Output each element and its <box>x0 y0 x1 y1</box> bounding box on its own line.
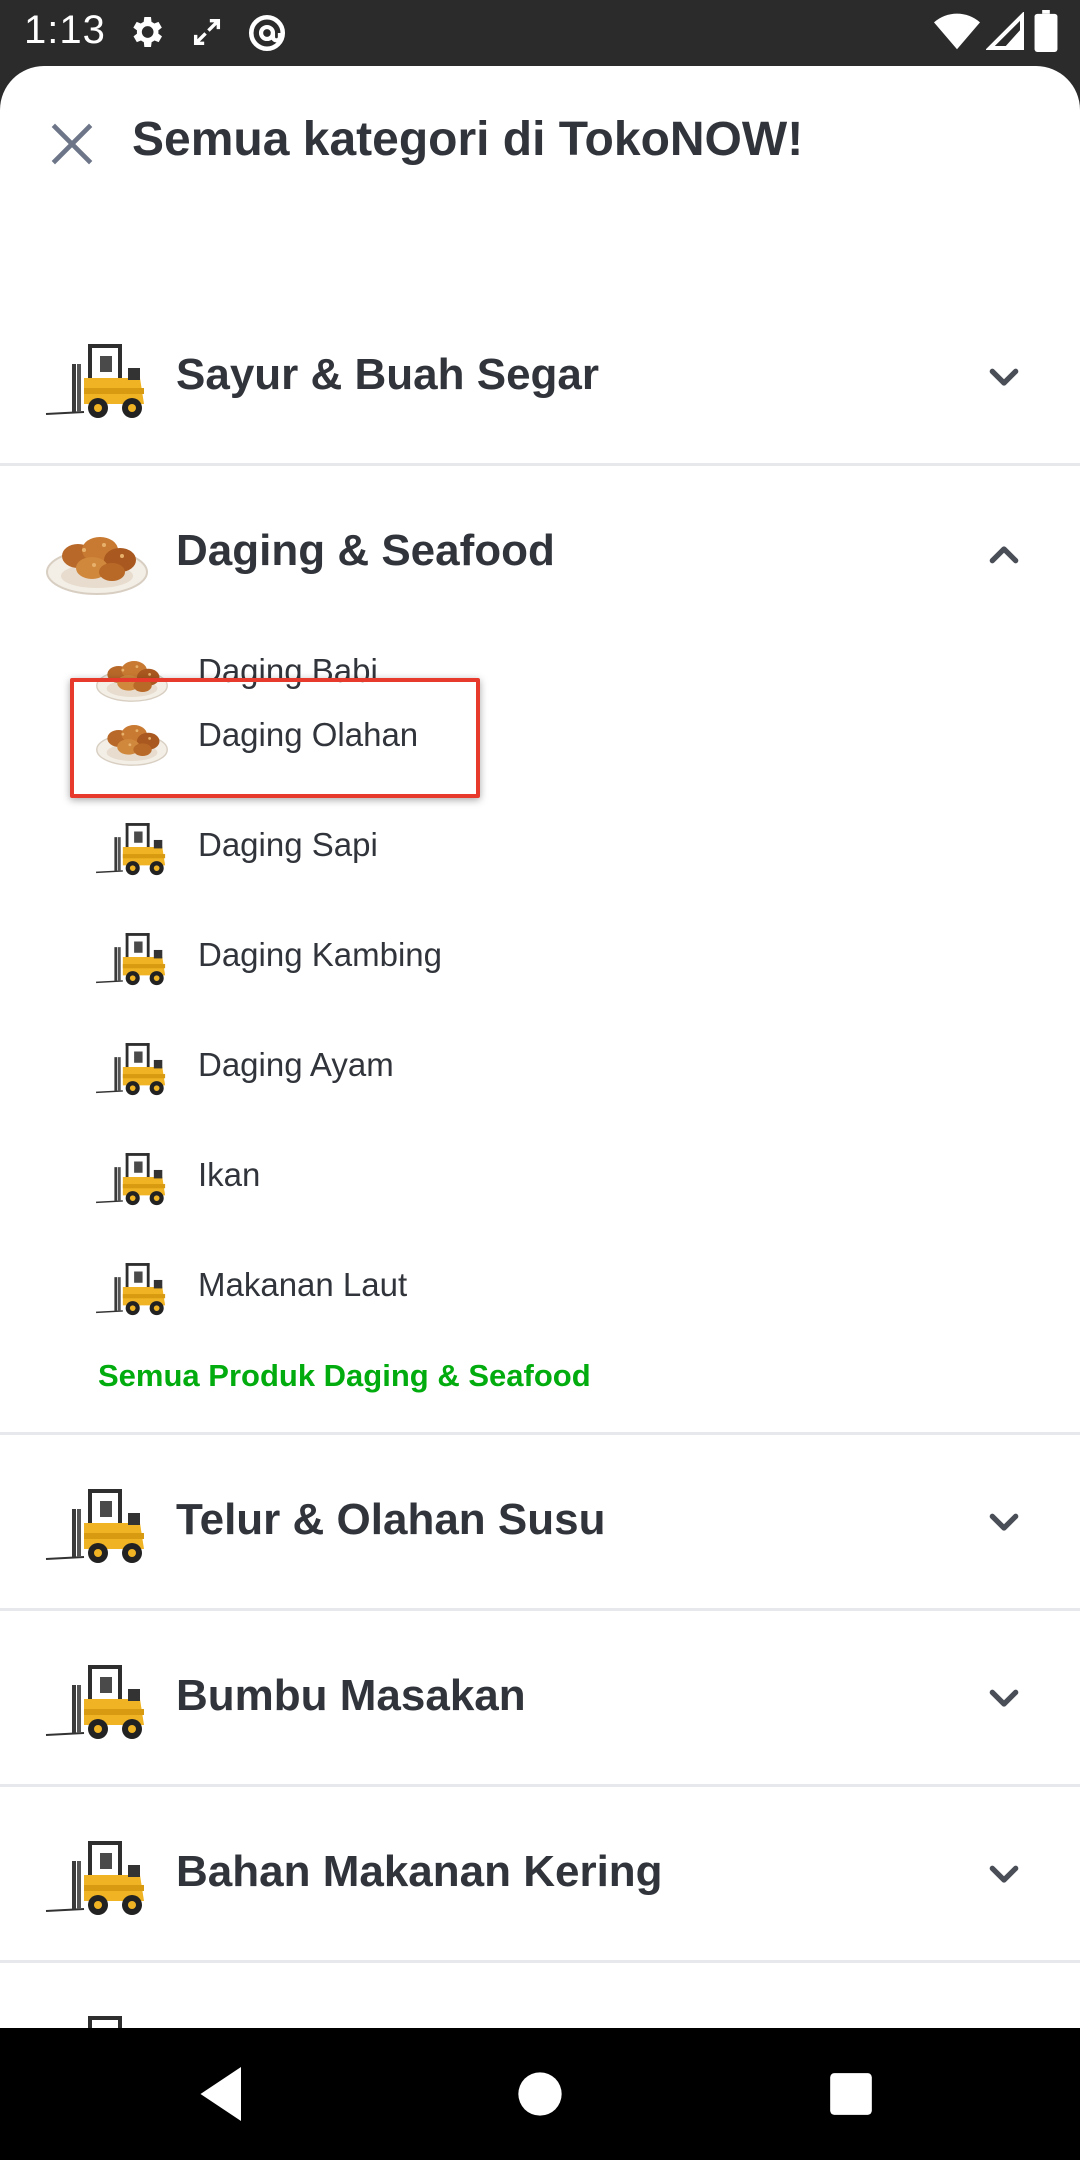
signal-icon <box>985 11 1026 57</box>
subcategory-label: Daging Kambing <box>198 936 442 973</box>
chevron-up-icon <box>989 546 1019 564</box>
sheet-title: Semua kategori di TokoNOW! <box>132 113 804 166</box>
gear-icon <box>126 12 166 57</box>
see-all-link[interactable]: Semua Produk Daging & Seafood <box>98 1358 591 1394</box>
category-thumbnail-partial <box>45 2015 145 2028</box>
chevron-down-icon <box>989 1689 1019 1707</box>
subcategory-label: Ikan <box>198 1156 261 1193</box>
subcategory-thumbnail <box>90 1146 174 1208</box>
status-bar: 1:13 <box>0 0 1080 66</box>
subcategory-label: Daging Sapi <box>198 826 378 863</box>
category-label: Telur & Olahan Susu <box>176 1495 606 1544</box>
subcategory-makanan-laut[interactable]: Makanan Laut <box>90 1242 690 1334</box>
category-thumbnail <box>44 510 150 598</box>
navigation-bar <box>0 2028 1080 2160</box>
highlight-box <box>70 678 480 798</box>
category-header-telur-susu[interactable]: Telur & Olahan Susu <box>0 1435 1080 1611</box>
category-thumbnail <box>44 1831 150 1919</box>
subcategory-daging-sapi[interactable]: Daging Sapi <box>90 802 690 894</box>
subcategory-label: Makanan Laut <box>198 1266 408 1303</box>
recents-icon[interactable] <box>826 2062 876 2131</box>
category-header-daging-seafood[interactable]: Daging & Seafood <box>0 466 1080 642</box>
subcategory-thumbnail <box>90 1256 174 1318</box>
close-icon <box>51 123 93 165</box>
category-header-bumbu-masakan[interactable]: Bumbu Masakan <box>0 1611 1080 1787</box>
at-sign-icon <box>246 12 288 59</box>
chevron-down-icon <box>989 368 1019 386</box>
subcategory-thumbnail <box>90 926 174 988</box>
category-sheet: Semua kategori di TokoNOW! Sayur & Buah … <box>0 66 1080 2028</box>
category-thumbnail <box>44 334 150 422</box>
chevron-down-icon <box>989 1513 1019 1531</box>
category-thumbnail <box>44 1655 150 1743</box>
category-header-bahan-makanan-kering[interactable]: Bahan Makanan Kering <box>0 1787 1080 1963</box>
expand-icon <box>190 12 224 57</box>
subcategory-ikan[interactable]: Ikan <box>90 1132 690 1224</box>
wifi-icon <box>934 12 980 57</box>
back-icon[interactable] <box>196 2062 250 2131</box>
category-label: Sayur & Buah Segar <box>176 350 600 399</box>
category-label: Bumbu Masakan <box>176 1671 526 1720</box>
category-thumbnail <box>44 1479 150 1567</box>
category-label: Bahan Makanan Kering <box>176 1847 663 1896</box>
category-header-sayur-buah[interactable]: Sayur & Buah Segar <box>0 290 1080 466</box>
screen: 1:13 Semua kategori di TokoNOW! Sayur & … <box>0 0 1080 2160</box>
close-button[interactable] <box>44 116 100 172</box>
subcategory-thumbnail <box>90 816 174 878</box>
subcategory-daging-ayam[interactable]: Daging Ayam <box>90 1022 690 1114</box>
battery-icon <box>1034 10 1058 57</box>
subcategory-thumbnail <box>90 1036 174 1098</box>
subcategory-label: Daging Ayam <box>198 1046 394 1083</box>
chevron-down-icon <box>989 1865 1019 1883</box>
subcategory-daging-kambing[interactable]: Daging Kambing <box>90 912 690 1004</box>
status-time: 1:13 <box>24 8 106 52</box>
category-label: Daging & Seafood <box>176 526 555 575</box>
home-icon[interactable] <box>514 2062 566 2131</box>
